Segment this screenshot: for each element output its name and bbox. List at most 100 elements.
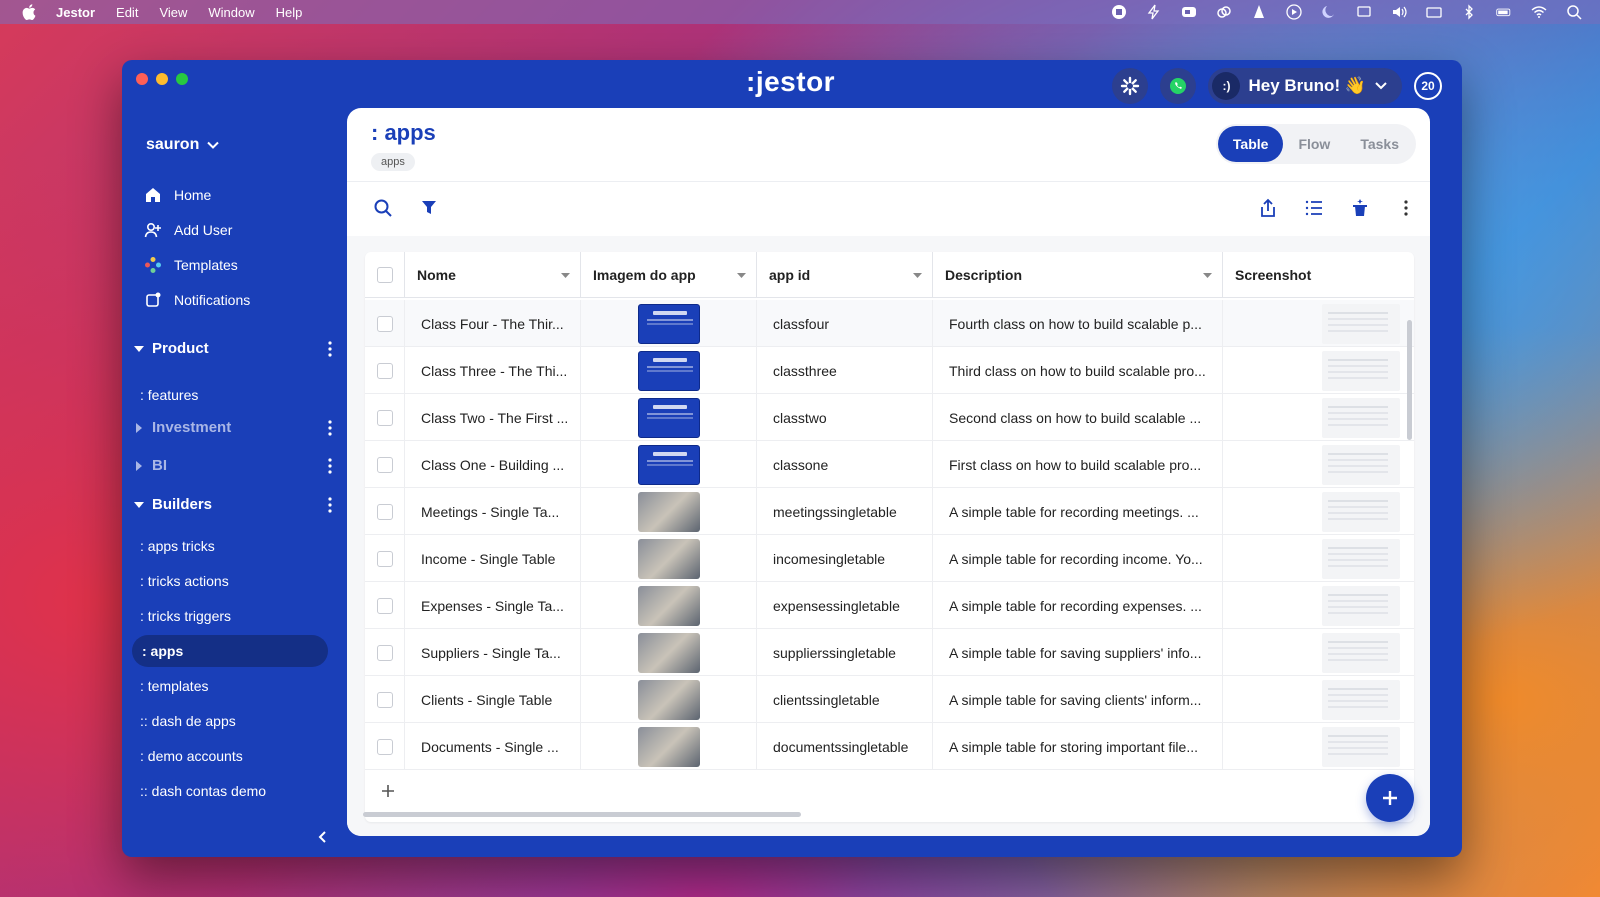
cell-imagem-do-app[interactable]: [581, 676, 757, 723]
cell-nome[interactable]: Meetings - Single Ta...: [405, 488, 581, 535]
column-header-app-id[interactable]: app id: [757, 252, 933, 298]
cell-app-id[interactable]: documentssingletable: [757, 723, 933, 770]
cell-description[interactable]: A simple table for storing important fil…: [933, 723, 1223, 770]
sidebar-item-features[interactable]: : features: [140, 387, 198, 403]
cell-screenshot[interactable]: [1223, 394, 1414, 441]
row-checkbox[interactable]: [376, 691, 393, 708]
cell-nome[interactable]: Class Two - The First ...: [405, 394, 581, 441]
jestor-logo[interactable]: :jestor: [746, 66, 835, 98]
column-header-screenshot[interactable]: Screenshot: [1223, 252, 1414, 298]
cell-imagem-do-app[interactable]: [581, 394, 757, 441]
cell-imagem-do-app[interactable]: [581, 723, 757, 770]
screen-mirror-icon[interactable]: [1356, 4, 1372, 20]
cell-nome[interactable]: Class One - Building ...: [405, 441, 581, 488]
menu-app-name[interactable]: Jestor: [56, 5, 95, 20]
screenshot-thumbnail[interactable]: [1322, 726, 1400, 767]
cell-nome[interactable]: Expenses - Single Ta...: [405, 582, 581, 629]
cell-screenshot[interactable]: [1223, 347, 1414, 394]
cell-nome[interactable]: Class Four - The Thir...: [405, 300, 581, 347]
cell-screenshot[interactable]: [1223, 723, 1414, 770]
cell-screenshot[interactable]: [1223, 582, 1414, 629]
more-vertical-icon[interactable]: [328, 419, 332, 436]
close-window-button[interactable]: [136, 73, 148, 85]
menu-edit[interactable]: Edit: [116, 5, 138, 20]
sidebar-item-demo-accounts[interactable]: : demo accounts: [140, 748, 243, 764]
screenshot-thumbnail[interactable]: [1322, 679, 1400, 720]
cell-app-id[interactable]: classthree: [757, 347, 933, 394]
bolt-icon[interactable]: [1146, 4, 1162, 20]
cell-nome[interactable]: Income - Single Table: [405, 535, 581, 582]
table-row[interactable]: Expenses - Single Ta... expensessingletab…: [365, 582, 1414, 629]
cell-app-id[interactable]: clientssingletable: [757, 676, 933, 723]
menu-window[interactable]: Window: [208, 5, 254, 20]
screenshot-thumbnail[interactable]: [1322, 538, 1400, 579]
tab-tasks[interactable]: Tasks: [1345, 126, 1414, 162]
app-image-thumbnail[interactable]: [637, 726, 700, 767]
collapse-sidebar-icon[interactable]: [317, 831, 329, 843]
sidebar-item-tricks-triggers[interactable]: : tricks triggers: [140, 608, 231, 624]
horizontal-scrollbar[interactable]: [363, 812, 801, 817]
screenshot-thumbnail[interactable]: [1322, 585, 1400, 626]
list-view-icon[interactable]: [1304, 198, 1324, 218]
vertical-scrollbar[interactable]: [1407, 320, 1412, 440]
whatsapp-button[interactable]: [1160, 68, 1197, 104]
cell-description[interactable]: First class on how to build scalable pro…: [933, 441, 1223, 488]
more-vertical-icon[interactable]: [1396, 198, 1416, 218]
magic-hat-icon[interactable]: [1350, 198, 1370, 218]
add-record-button[interactable]: [377, 780, 399, 802]
table-row[interactable]: Income - Single Table incomesingletable A …: [365, 535, 1414, 582]
cell-description[interactable]: A simple table for saving suppliers' inf…: [933, 629, 1223, 676]
moon-icon[interactable]: [1321, 4, 1337, 20]
cell-nome[interactable]: Documents - Single ...: [405, 723, 581, 770]
table-row[interactable]: Class Three - The Thi... classthree Third …: [365, 347, 1414, 394]
more-vertical-icon[interactable]: [328, 340, 332, 357]
sidebar-group-product[interactable]: Product: [134, 340, 332, 357]
sidebar-item-dash-contas-demo[interactable]: :: dash contas demo: [140, 783, 266, 799]
sidebar-item-add-user[interactable]: Add User: [144, 221, 232, 239]
cell-screenshot[interactable]: [1223, 629, 1414, 676]
cell-imagem-do-app[interactable]: [581, 535, 757, 582]
cell-description[interactable]: A simple table for recording meetings. .…: [933, 488, 1223, 535]
cell-nome[interactable]: Class Three - The Thi...: [405, 347, 581, 394]
sort-caret-icon[interactable]: [737, 271, 746, 280]
cell-screenshot[interactable]: [1223, 441, 1414, 488]
cell-imagem-do-app[interactable]: [581, 441, 757, 488]
app-image-thumbnail[interactable]: [637, 679, 700, 720]
screenshot-thumbnail[interactable]: [1322, 632, 1400, 673]
settings-button[interactable]: [1112, 68, 1149, 104]
cell-description[interactable]: Third class on how to build scalable pro…: [933, 347, 1223, 394]
share-icon[interactable]: [1258, 198, 1278, 218]
cell-imagem-do-app[interactable]: [581, 629, 757, 676]
cell-app-id[interactable]: classtwo: [757, 394, 933, 441]
table-row[interactable]: Meetings - Single Ta... meetingssingletab…: [365, 488, 1414, 535]
cell-description[interactable]: A simple table for recording income. Yo.…: [933, 535, 1223, 582]
cell-imagem-do-app[interactable]: [581, 488, 757, 535]
record-icon[interactable]: [1111, 4, 1127, 20]
sort-caret-icon[interactable]: [1203, 271, 1212, 280]
sidebar-item-tricks-actions[interactable]: : tricks actions: [140, 573, 229, 589]
row-checkbox[interactable]: [376, 738, 393, 755]
screenshot-thumbnail[interactable]: [1322, 444, 1400, 485]
sidebar-item-apps[interactable]: : apps: [132, 635, 328, 667]
screenshot-thumbnail[interactable]: [1322, 350, 1400, 391]
app-image-thumbnail[interactable]: [637, 397, 700, 438]
more-vertical-icon[interactable]: [328, 496, 332, 513]
row-checkbox[interactable]: [376, 550, 393, 567]
column-header-description[interactable]: Description: [933, 252, 1223, 298]
menu-help[interactable]: Help: [276, 5, 303, 20]
cell-description[interactable]: Fourth class on how to build scalable p.…: [933, 300, 1223, 347]
cell-imagem-do-app[interactable]: [581, 300, 757, 347]
sidebar-item-notifications[interactable]: Notifications: [144, 291, 250, 309]
app-image-thumbnail[interactable]: [637, 491, 700, 532]
table-row[interactable]: Class Four - The Thir... classfour Fourth …: [365, 300, 1414, 347]
row-checkbox[interactable]: [376, 597, 393, 614]
cell-description[interactable]: A simple table for saving clients' infor…: [933, 676, 1223, 723]
more-vertical-icon[interactable]: [328, 457, 332, 474]
row-checkbox[interactable]: [376, 503, 393, 520]
table-row[interactable]: Suppliers - Single Ta... supplierssinglet…: [365, 629, 1414, 676]
cell-imagem-do-app[interactable]: [581, 582, 757, 629]
cell-app-id[interactable]: classfour: [757, 300, 933, 347]
cell-screenshot[interactable]: [1223, 535, 1414, 582]
cell-nome[interactable]: Clients - Single Table: [405, 676, 581, 723]
sidebar-item-home[interactable]: Home: [144, 186, 211, 204]
